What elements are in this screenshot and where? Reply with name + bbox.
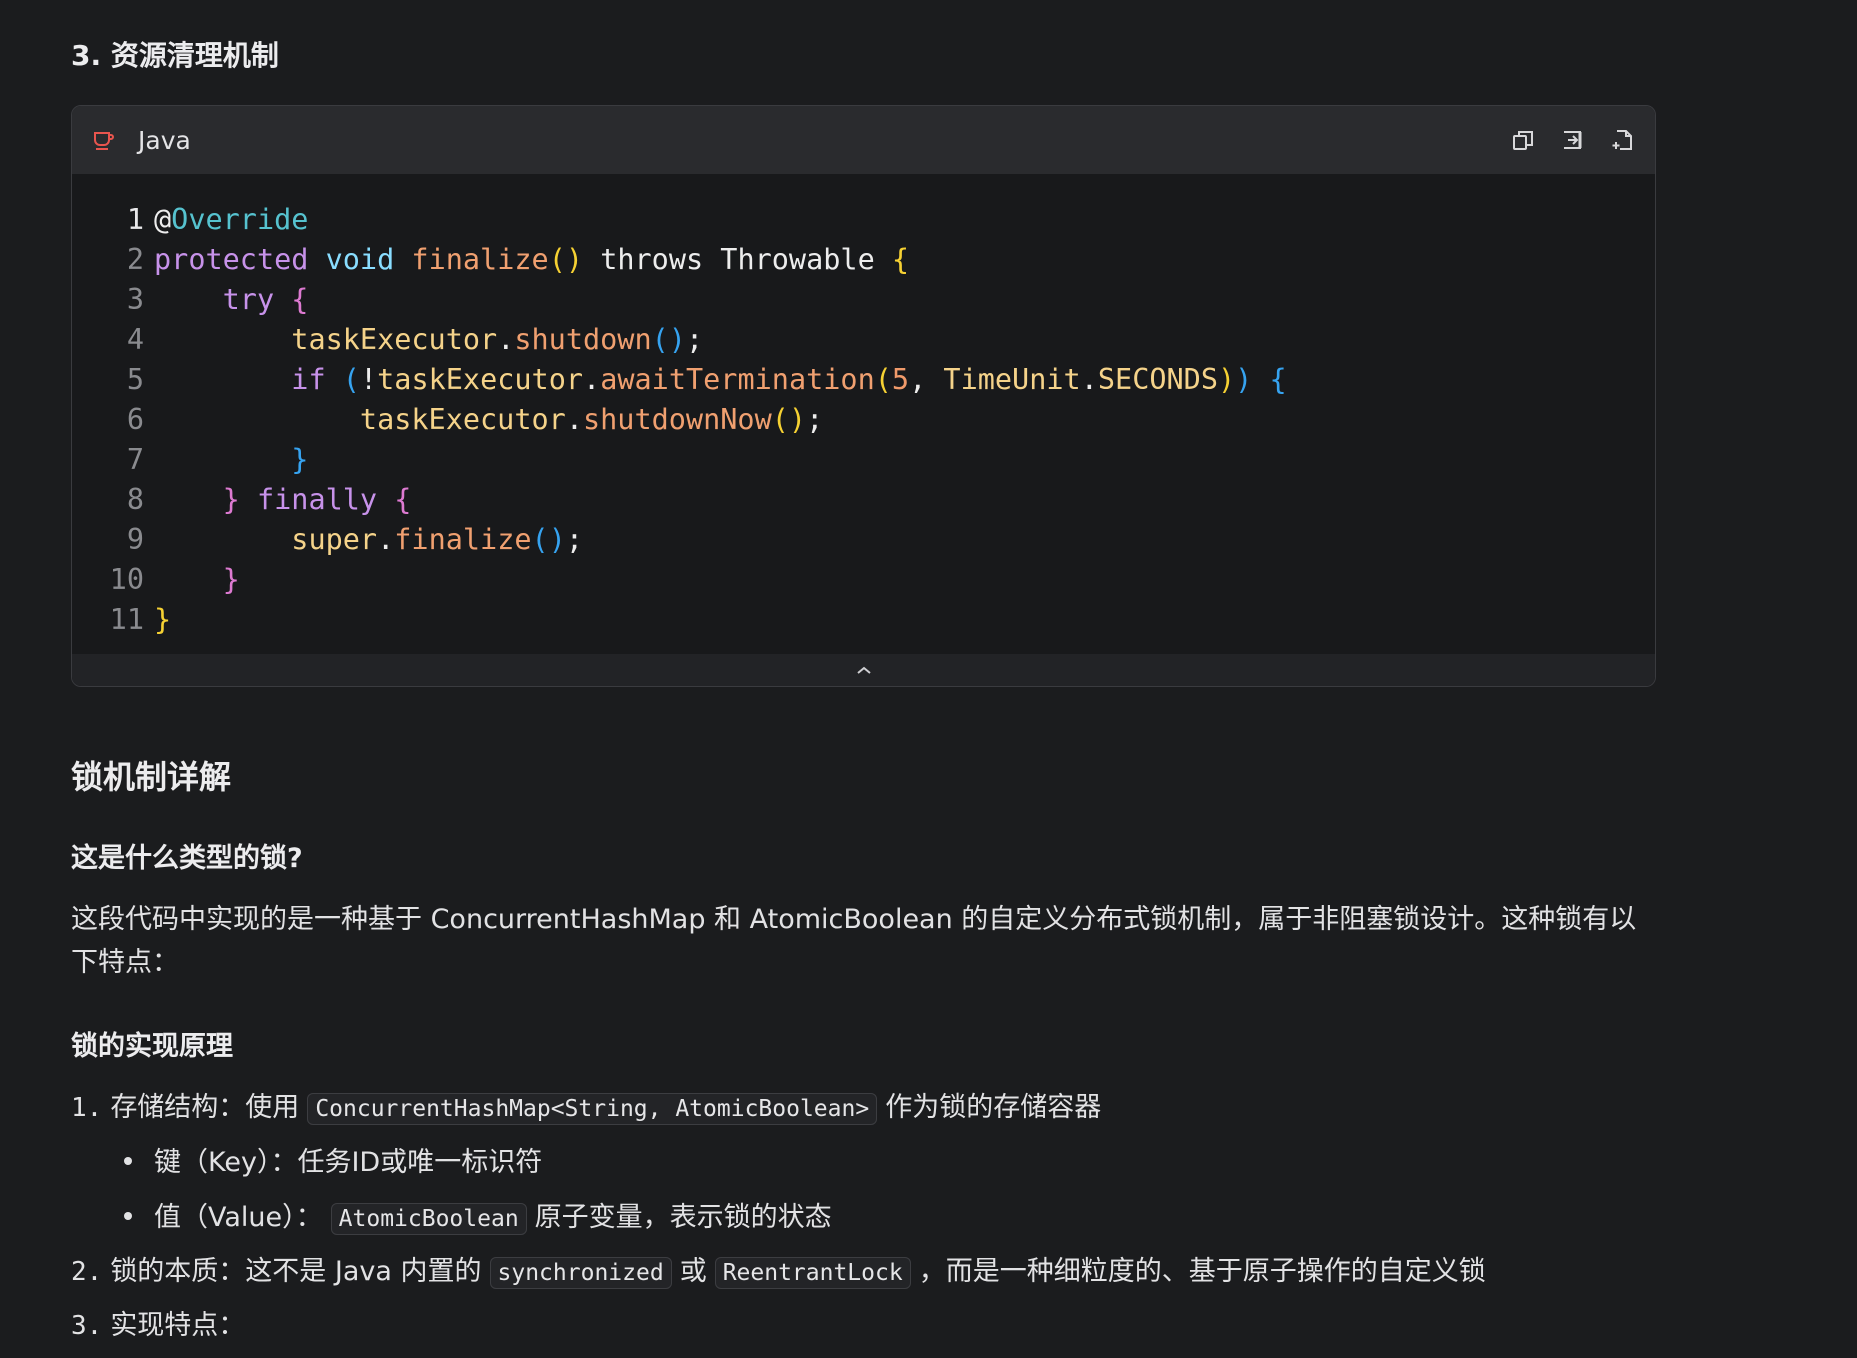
inline-code: synchronized: [489, 1257, 672, 1289]
bullet-icon: [124, 1156, 132, 1165]
code-body: 1 @Override 2 protected void finalize() th…: [72, 174, 1655, 657]
code-block: Java 1 @Override 2 protected void finali…: [71, 105, 1656, 687]
code-line: 3 try {: [72, 280, 309, 320]
code-line: 6 taskExecutor.shutdownNow();: [72, 400, 823, 440]
line-number: 6: [126, 403, 144, 436]
line-number: 9: [126, 523, 144, 556]
line-number: 3: [126, 283, 144, 316]
inline-code: ReentrantLock: [714, 1257, 911, 1289]
code-line: 7 }: [72, 440, 309, 480]
collapse-code-button[interactable]: [72, 654, 1655, 686]
line-number: 10: [109, 563, 144, 596]
line-number: 2: [126, 243, 144, 276]
code-line: 1 @Override: [72, 200, 309, 240]
line-number: 11: [109, 603, 144, 636]
inline-code: AtomicBoolean: [330, 1203, 527, 1235]
lock-mechanism-heading: 锁机制详解: [71, 758, 232, 796]
bullet-icon: [124, 1211, 132, 1220]
code-line: 11}: [72, 600, 172, 640]
implementation-principle-heading: 锁的实现原理: [71, 1031, 233, 1062]
code-line: 5 if (!taskExecutor.awaitTermination(5, …: [72, 360, 1287, 400]
list-item: 1. 存储结构：使用 ConcurrentHashMap<String, Atomi…: [71, 1092, 1102, 1125]
code-line: 9 super.finalize();: [72, 520, 583, 560]
code-actions: [1511, 128, 1635, 152]
list-item: 2. 锁的本质：这不是 Java 内置的 synchronized 或 Reentran…: [71, 1256, 1486, 1289]
line-number: 8: [126, 483, 144, 516]
intro-paragraph: 这段代码中实现的是一种基于 ConcurrentHashMap 和 Atomic…: [71, 904, 1637, 978]
code-line: 2 protected void finalize() throws Throwa…: [72, 240, 909, 280]
section-heading: 3. 资源清理机制: [71, 39, 279, 72]
code-language-label: Java: [138, 125, 191, 155]
coffee-cup-icon: [92, 128, 116, 152]
list-item: 3. 实现特点：: [71, 1310, 246, 1341]
code-block-header: Java: [72, 106, 1655, 174]
sub-list-item: 值（Value）： AtomicBoolean 原子变量，表示锁的状态: [124, 1198, 832, 1239]
insert-icon[interactable]: [1561, 128, 1585, 152]
code-line: 4 taskExecutor.shutdown();: [72, 320, 703, 360]
sub-list-item: 键（Key）：任务ID或唯一标识符: [124, 1143, 542, 1183]
copy-icon[interactable]: [1511, 128, 1535, 152]
code-line: 8 } finally {: [72, 480, 412, 520]
code-line: 10 }: [72, 560, 240, 600]
line-number: 5: [126, 363, 144, 396]
chevron-up-icon: [855, 661, 873, 680]
line-number: 4: [126, 323, 144, 356]
lock-type-question-heading: 这是什么类型的锁?: [71, 843, 303, 874]
inline-code: ConcurrentHashMap<String, AtomicBoolean>: [307, 1093, 878, 1125]
line-number: 7: [126, 443, 144, 476]
new-file-icon[interactable]: [1611, 128, 1635, 152]
line-number: 1: [126, 203, 144, 236]
